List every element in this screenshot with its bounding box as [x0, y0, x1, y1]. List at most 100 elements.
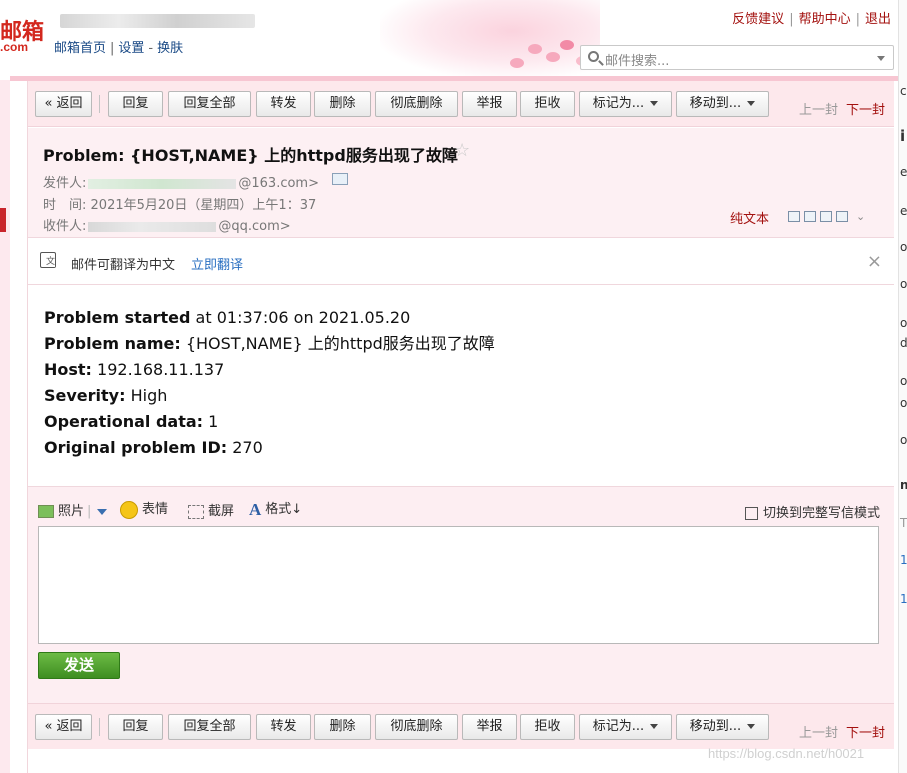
link-skin[interactable]: 换肤 [157, 41, 183, 56]
mail-read-panel: « 返回 回复 回复全部 转发 删除 彻底删除 举报 拒收 标记为... 移动到… [27, 81, 894, 773]
left-sidebar-edge [0, 80, 10, 773]
screenshot-icon [188, 504, 204, 519]
mark-as-label: 标记为... [592, 719, 645, 734]
reject-button[interactable]: 拒收 [520, 91, 575, 117]
link-settings[interactable]: 设置 [118, 41, 144, 56]
chevron-down-icon [650, 101, 659, 106]
right-strip-text: of [900, 396, 907, 410]
reply-button[interactable]: 回复 [108, 91, 163, 117]
to-address[interactable]: @qq.com> [218, 219, 290, 234]
body-line-label: Severity: [44, 386, 126, 405]
mail-toolbar-top: « 返回 回复 回复全部 转发 删除 彻底删除 举报 拒收 标记为... 移动到… [28, 81, 894, 127]
right-strip-text: n [900, 478, 907, 492]
emoji-button[interactable]: 表情 [120, 498, 168, 519]
sender-name-blurred [88, 178, 237, 189]
toolbar-separator [99, 718, 100, 736]
delete-button[interactable]: 删除 [314, 91, 371, 117]
back-button[interactable]: « 返回 [35, 714, 92, 740]
body-line-label: Problem started [44, 308, 191, 327]
body-line-value: at 01:37:06 on 2021.05.20 [190, 308, 411, 327]
translate-icon [40, 252, 56, 268]
link-feedback[interactable]: 反馈建议 [732, 12, 784, 27]
toolbar-separator [99, 95, 100, 113]
delete-permanently-button[interactable]: 彻底删除 [375, 714, 458, 740]
translate-now-link[interactable]: 立即翻译 [191, 254, 243, 273]
new-window-icon[interactable] [788, 211, 800, 222]
mail-pagination: 上一封 下一封 [799, 99, 885, 118]
right-strip-text: of [900, 374, 907, 388]
close-icon[interactable]: × [867, 251, 882, 272]
body-line-label: Original problem ID: [44, 438, 228, 457]
chevron-down-icon [747, 724, 756, 729]
delete-permanently-button[interactable]: 彻底删除 [375, 91, 458, 117]
mail-to-row: 收件人: @qq.com> [43, 215, 291, 234]
mail-from-row: 发件人: @163.com> [43, 172, 319, 191]
text-format-icon: A [249, 499, 262, 519]
reply-all-button[interactable]: 回复全部 [168, 91, 251, 117]
delete-button[interactable]: 删除 [314, 714, 371, 740]
move-to-label: 移动到... [689, 96, 742, 111]
search-dropdown-icon[interactable] [877, 56, 885, 61]
to-label: 收件人: [43, 219, 87, 234]
forward-button[interactable]: 转发 [256, 714, 311, 740]
from-address[interactable]: @163.com> [238, 176, 319, 191]
reply-all-button[interactable]: 回复全部 [168, 714, 251, 740]
screenshot-button[interactable]: 截屏 [188, 500, 234, 519]
mail-search-box[interactable]: 邮件搜索... [580, 45, 894, 70]
link-help[interactable]: 帮助中心 [799, 12, 851, 27]
mail-toolbar-bottom: « 返回 回复 回复全部 转发 删除 彻底删除 举报 拒收 标记为... 移动到… [28, 703, 894, 749]
translate-bar: 邮件可翻译为中文 立即翻译 × [28, 239, 894, 285]
mark-as-dropdown[interactable]: 标记为... [579, 714, 672, 740]
link-logout[interactable]: 退出 [865, 12, 891, 27]
chevron-down-icon [650, 724, 659, 729]
body-line-value: {HOST,NAME} 上的httpd服务出现了故障 [180, 334, 495, 353]
top-right-links: 反馈建议 | 帮助中心 | 退出 [732, 12, 891, 27]
switch-full-compose-link[interactable]: 切换到完整写信模式 [744, 502, 880, 521]
mail-subject: Problem: {HOST,NAME} 上的httpd服务出现了故障 [43, 146, 458, 165]
screenshot-label: 截屏 [208, 504, 235, 519]
header-tool-icons: ⌄ [788, 209, 865, 224]
right-strip-text: er [900, 165, 907, 179]
move-to-dropdown[interactable]: 移动到... [676, 91, 769, 117]
right-strip-text: of [900, 277, 907, 291]
report-button[interactable]: 举报 [462, 714, 517, 740]
body-line: Severity: High [44, 383, 495, 409]
right-strip-text: of [900, 316, 907, 330]
photo-button[interactable]: 照片 | [38, 500, 108, 519]
contact-card-icon[interactable] [332, 173, 348, 185]
reject-button[interactable]: 拒收 [520, 714, 575, 740]
expand-icon[interactable]: ⌄ [856, 210, 865, 223]
body-line-label: Host: [44, 360, 92, 379]
body-line: Problem name: {HOST,NAME} 上的httpd服务出现了故障 [44, 331, 495, 357]
report-button[interactable]: 举报 [462, 91, 517, 117]
prev-mail-link[interactable]: 上一封 [799, 103, 838, 118]
top-header: 邮箱 .com 邮箱首页 | 设置 - 换肤 反馈建议 | 帮助中心 | 退出 邮件搜索... [0, 0, 907, 80]
search-placeholder: 邮件搜索... [605, 54, 670, 69]
quick-reply-textarea[interactable] [38, 526, 879, 644]
right-strip-text: 1: [900, 592, 907, 606]
plain-text-link[interactable]: 纯文本 [730, 208, 769, 227]
next-mail-link[interactable]: 下一封 [846, 726, 885, 741]
mail-logo-domain: .com [0, 40, 29, 54]
right-strip-text: of [900, 433, 907, 447]
star-icon[interactable]: ☆ [454, 140, 470, 161]
format-button[interactable]: A 格式↓ [249, 498, 302, 520]
mail-time-row: 时 间: 2021年5月20日（星期四）上午1：37 [43, 194, 316, 213]
send-button[interactable]: 发送 [38, 652, 120, 679]
mark-as-dropdown[interactable]: 标记为... [579, 91, 672, 117]
chevron-down-icon[interactable] [97, 508, 108, 515]
next-mail-link[interactable]: 下一封 [846, 103, 885, 118]
forward-button[interactable]: 转发 [256, 91, 311, 117]
print-icon[interactable] [836, 211, 848, 222]
prev-mail-link[interactable]: 上一封 [799, 726, 838, 741]
move-to-dropdown[interactable]: 移动到... [676, 714, 769, 740]
download-icon[interactable] [820, 211, 832, 222]
time-value: 2021年5月20日（星期四）上午1：37 [90, 198, 317, 213]
back-button[interactable]: « 返回 [35, 91, 92, 117]
link-mail-home[interactable]: 邮箱首页 [54, 41, 106, 56]
top-nav-links: 邮箱首页 | 设置 - 换肤 [54, 41, 184, 56]
move-to-label: 移动到... [689, 719, 742, 734]
copy-icon[interactable] [804, 211, 816, 222]
reply-button[interactable]: 回复 [108, 714, 163, 740]
mark-as-label: 标记为... [592, 96, 645, 111]
